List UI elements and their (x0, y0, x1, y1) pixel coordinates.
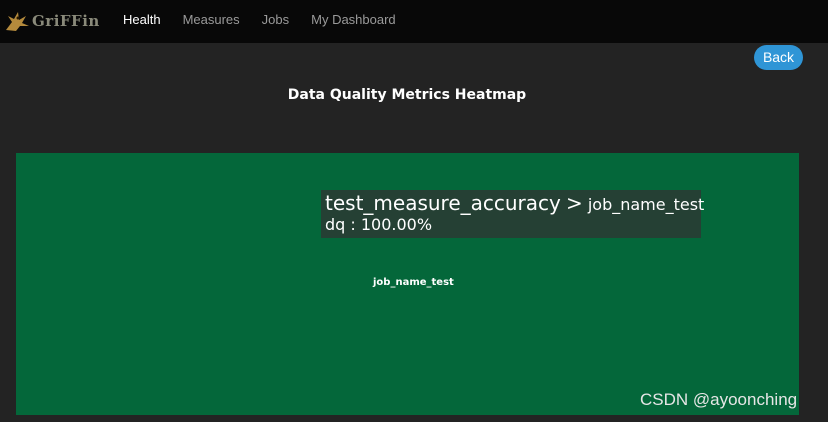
logo-text: GriFFin (32, 12, 100, 30)
nav-menu: Health Measures Jobs My Dashboard (112, 0, 407, 43)
tooltip-job-name: job_name_test (587, 195, 705, 214)
griffin-icon (6, 12, 29, 31)
watermark: CSDN @ayoonching (640, 390, 798, 409)
nav-item-my-dashboard[interactable]: My Dashboard (300, 0, 407, 43)
tooltip-measure-name: test_measure_accuracy (325, 191, 561, 215)
heatmap-tooltip: test_measure_accuracy > job_name_test dq… (321, 190, 704, 238)
back-button[interactable]: Back (754, 45, 803, 70)
nav-item-jobs[interactable]: Jobs (251, 0, 300, 43)
heatmap: job_name_test test_measure_accuracy > jo… (16, 153, 799, 415)
griffin-logo[interactable]: GriFFin (4, 8, 100, 34)
nav-item-measures[interactable]: Measures (172, 0, 251, 43)
nav-item-health[interactable]: Health (112, 0, 172, 43)
heatmap-cell-label[interactable]: job_name_test (373, 277, 533, 288)
page-title: Data Quality Metrics Heatmap (287, 87, 527, 103)
top-navbar: GriFFin Health Measures Jobs My Dashboar… (0, 0, 828, 43)
tooltip-dq-value: dq : 100.00% (325, 215, 433, 234)
tooltip-title: test_measure_accuracy > job_name_test (325, 190, 704, 216)
tooltip-separator: > (565, 191, 583, 215)
